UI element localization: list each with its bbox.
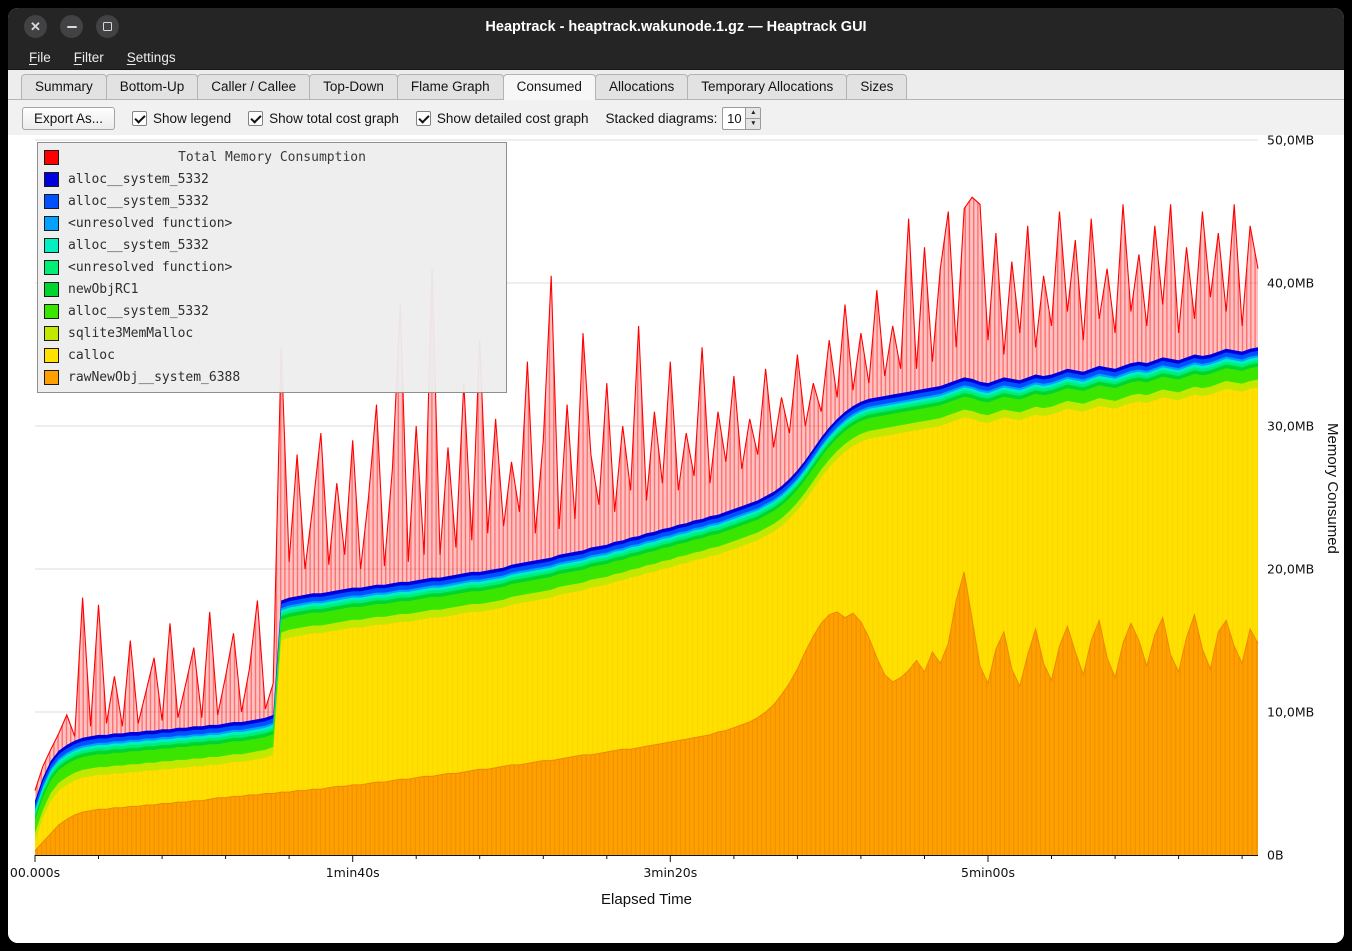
menu-bar: File Filter Settings bbox=[8, 45, 1344, 70]
legend-swatch bbox=[44, 282, 59, 297]
svg-text:5min00s: 5min00s bbox=[961, 865, 1015, 880]
maximize-button[interactable] bbox=[96, 15, 119, 38]
checkbox-label: Show legend bbox=[153, 111, 231, 126]
stacked-diagrams-value: 10 bbox=[723, 108, 745, 129]
checkbox-label: Show detailed cost graph bbox=[437, 111, 589, 126]
app-window: ✕ Heaptrack - heaptrack.wakunode.1.gz — … bbox=[8, 8, 1344, 943]
tab-summary[interactable]: Summary bbox=[21, 74, 107, 99]
svg-text:40,0MB: 40,0MB bbox=[1267, 276, 1314, 291]
legend-swatch bbox=[44, 304, 59, 319]
checkbox-box[interactable] bbox=[132, 111, 147, 126]
stacked-diagrams-spinner[interactable]: 10 ▲ ▼ bbox=[722, 107, 761, 130]
chart-legend: Total Memory Consumption alloc__system_5… bbox=[37, 142, 507, 393]
tab-allocations[interactable]: Allocations bbox=[595, 74, 688, 99]
checkbox-label: Show total cost graph bbox=[269, 111, 399, 126]
maximize-icon bbox=[103, 22, 112, 31]
legend-item: newObjRC1 bbox=[38, 278, 506, 300]
svg-text:3min20s: 3min20s bbox=[643, 865, 697, 880]
minimize-button[interactable] bbox=[60, 15, 83, 38]
legend-item: alloc__system_5332 bbox=[38, 234, 506, 256]
spin-up-icon: ▲ bbox=[750, 109, 756, 116]
legend-item: sqlite3MemMalloc bbox=[38, 322, 506, 344]
checkbox-box[interactable] bbox=[248, 111, 263, 126]
y-axis-label: Memory Consumed bbox=[1324, 423, 1341, 554]
svg-text:30,0MB: 30,0MB bbox=[1267, 419, 1314, 434]
tab-sizes[interactable]: Sizes bbox=[846, 74, 907, 99]
menu-file[interactable]: File bbox=[20, 48, 60, 67]
export-as-button[interactable]: Export As... bbox=[22, 107, 115, 130]
legend-item: alloc__system_5332 bbox=[38, 300, 506, 322]
legend-item: <unresolved function> bbox=[38, 256, 506, 278]
checkbox-show-legend[interactable]: Show legend bbox=[132, 111, 231, 126]
tab-top-down[interactable]: Top-Down bbox=[309, 74, 398, 99]
window-title: Heaptrack - heaptrack.wakunode.1.gz — He… bbox=[485, 19, 866, 35]
checkbox-box[interactable] bbox=[416, 111, 431, 126]
legend-swatch bbox=[44, 348, 59, 363]
legend-swatch bbox=[44, 172, 59, 187]
legend-swatch bbox=[44, 260, 59, 275]
x-axis-label: Elapsed Time bbox=[35, 891, 1258, 908]
legend-swatch bbox=[44, 370, 59, 385]
legend-item: alloc__system_5332 bbox=[38, 168, 506, 190]
svg-text:0B: 0B bbox=[1267, 848, 1284, 863]
minimize-icon bbox=[67, 26, 77, 28]
tab-bar: Summary Bottom-Up Caller / Callee Top-Do… bbox=[8, 70, 1344, 100]
legend-swatch bbox=[44, 326, 59, 341]
close-icon: ✕ bbox=[30, 20, 41, 33]
titlebar: ✕ Heaptrack - heaptrack.wakunode.1.gz — … bbox=[8, 8, 1344, 45]
spin-up-button[interactable]: ▲ bbox=[746, 108, 760, 119]
legend-item: rawNewObj__system_6388 bbox=[38, 366, 506, 388]
legend-swatch bbox=[44, 194, 59, 209]
legend-item: calloc bbox=[38, 344, 506, 366]
stacked-diagrams-label: Stacked diagrams: bbox=[606, 111, 718, 126]
legend-title: Total Memory Consumption bbox=[38, 150, 506, 165]
svg-text:10,0MB: 10,0MB bbox=[1267, 705, 1314, 720]
legend-swatch bbox=[44, 216, 59, 231]
menu-settings[interactable]: Settings bbox=[118, 48, 185, 67]
close-button[interactable]: ✕ bbox=[24, 15, 47, 38]
memory-consumption-chart: 00.000s 1min40s 3min20s 5min00s 0B 10,0MB 20,0… bbox=[8, 135, 1344, 943]
spinner-buttons: ▲ ▼ bbox=[745, 108, 760, 129]
svg-text:50,0MB: 50,0MB bbox=[1267, 133, 1314, 148]
legend-title-row: Total Memory Consumption bbox=[38, 146, 506, 168]
stacked-diagrams-group: Stacked diagrams: 10 ▲ ▼ bbox=[606, 107, 762, 130]
tab-bottom-up[interactable]: Bottom-Up bbox=[106, 74, 199, 99]
spin-down-button[interactable]: ▼ bbox=[746, 119, 760, 129]
window-controls: ✕ bbox=[24, 8, 119, 45]
tab-temporary-allocations[interactable]: Temporary Allocations bbox=[687, 74, 847, 99]
spin-down-icon: ▼ bbox=[750, 120, 756, 127]
menu-filter[interactable]: Filter bbox=[65, 48, 113, 67]
legend-item: alloc__system_5332 bbox=[38, 190, 506, 212]
svg-text:00.000s: 00.000s bbox=[10, 865, 60, 880]
checkbox-show-total-cost-graph[interactable]: Show total cost graph bbox=[248, 111, 399, 126]
svg-text:1min40s: 1min40s bbox=[326, 865, 380, 880]
tab-caller-callee[interactable]: Caller / Callee bbox=[197, 74, 310, 99]
checkbox-show-detailed-cost-graph[interactable]: Show detailed cost graph bbox=[416, 111, 589, 126]
svg-text:20,0MB: 20,0MB bbox=[1267, 562, 1314, 577]
tab-flame-graph[interactable]: Flame Graph bbox=[397, 74, 504, 99]
legend-swatch bbox=[44, 238, 59, 253]
legend-item: <unresolved function> bbox=[38, 212, 506, 234]
tab-consumed[interactable]: Consumed bbox=[503, 74, 596, 100]
toolbar: Export As... Show legend Show total cost… bbox=[8, 100, 1344, 136]
